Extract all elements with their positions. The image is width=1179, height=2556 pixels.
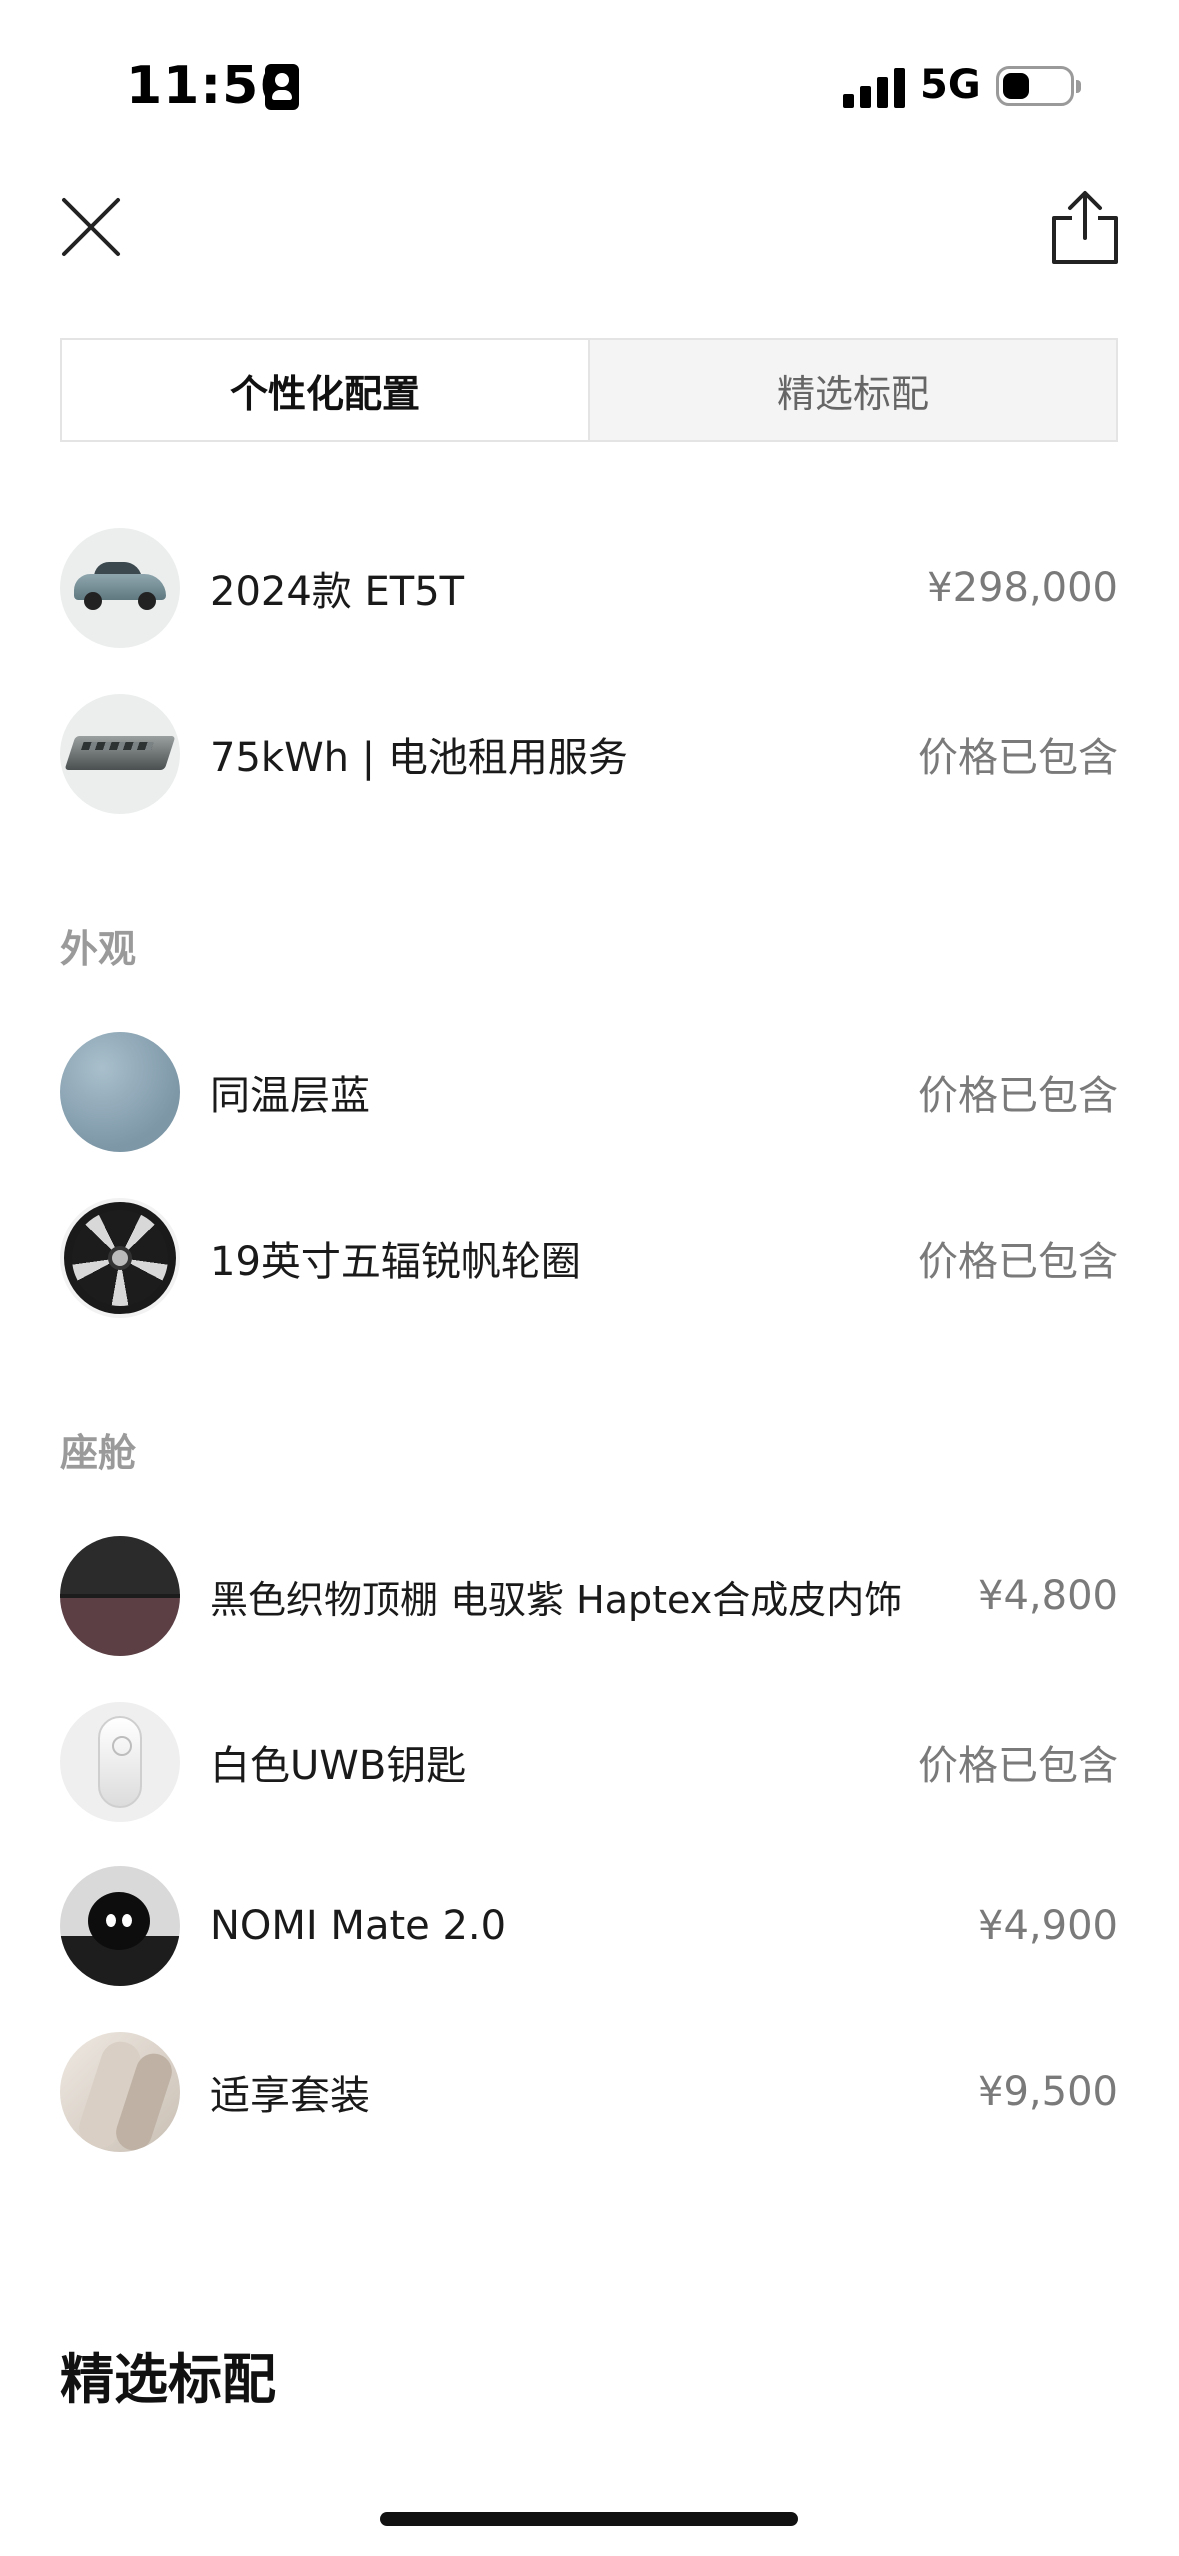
item-price: ¥4,900 (978, 1903, 1118, 1949)
seat-thumbnail (60, 2032, 180, 2152)
list-item[interactable]: 同温层蓝 价格已包含 (60, 1032, 1118, 1152)
list-item[interactable]: 19英寸五辐锐帆轮圈 价格已包含 (60, 1198, 1118, 1318)
item-name: 19英寸五辐锐帆轮圈 (210, 1239, 581, 1285)
close-icon[interactable] (60, 196, 122, 258)
section-label-exterior: 外观 (60, 927, 137, 971)
car-thumbnail (60, 528, 180, 648)
interior-swatch (60, 1536, 180, 1656)
status-bar: 11:56 5G (0, 0, 1179, 180)
item-name: 同温层蓝 (210, 1073, 370, 1119)
signal-icon (843, 66, 905, 108)
list-item[interactable]: 2024款 ET5T ¥298,000 (60, 528, 1118, 648)
item-price: 价格已包含 (918, 1073, 1118, 1119)
list-item[interactable]: 黑色织物顶棚 电驭紫 Haptex合成皮内饰 ¥4,800 (60, 1536, 1118, 1656)
network-label: 5G (920, 62, 981, 108)
battery-icon (996, 66, 1081, 106)
wheel-thumbnail (60, 1198, 180, 1318)
config-tabs: 个性化配置 精选标配 (60, 338, 1118, 442)
home-indicator[interactable] (380, 2512, 798, 2526)
item-price: ¥298,000 (927, 565, 1118, 611)
item-price: 价格已包含 (918, 1743, 1118, 1789)
item-name: 白色UWB钥匙 (210, 1743, 467, 1789)
item-name: 适享套装 (210, 2073, 370, 2119)
item-price: 价格已包含 (918, 735, 1118, 781)
paint-swatch (60, 1032, 180, 1152)
battery-thumbnail (60, 694, 180, 814)
list-item[interactable]: 75kWh | 电池租用服务 价格已包含 (60, 694, 1118, 814)
key-thumbnail (60, 1702, 180, 1822)
section-label-cabin: 座舱 (60, 1431, 137, 1475)
item-name: 75kWh | 电池租用服务 (210, 735, 628, 781)
item-name: 黑色织物顶棚 电驭紫 Haptex合成皮内饰 (210, 1577, 903, 1622)
list-item[interactable]: NOMI Mate 2.0 ¥4,900 (60, 1866, 1118, 1986)
standard-config-heading: 精选标配 (60, 2348, 276, 2411)
item-name: NOMI Mate 2.0 (210, 1903, 507, 1949)
person-badge-icon (265, 64, 299, 110)
nomi-thumbnail (60, 1866, 180, 1986)
list-item[interactable]: 适享套装 ¥9,500 (60, 2032, 1118, 2152)
item-price: 价格已包含 (918, 1239, 1118, 1285)
list-item[interactable]: 白色UWB钥匙 价格已包含 (60, 1702, 1118, 1822)
item-name: 2024款 ET5T (210, 569, 465, 615)
tab-standard-config[interactable]: 精选标配 (588, 340, 1116, 440)
item-price: ¥9,500 (978, 2069, 1118, 2115)
item-price: ¥4,800 (978, 1573, 1118, 1619)
share-icon[interactable] (1050, 190, 1120, 266)
tab-personalized-config[interactable]: 个性化配置 (62, 340, 588, 440)
